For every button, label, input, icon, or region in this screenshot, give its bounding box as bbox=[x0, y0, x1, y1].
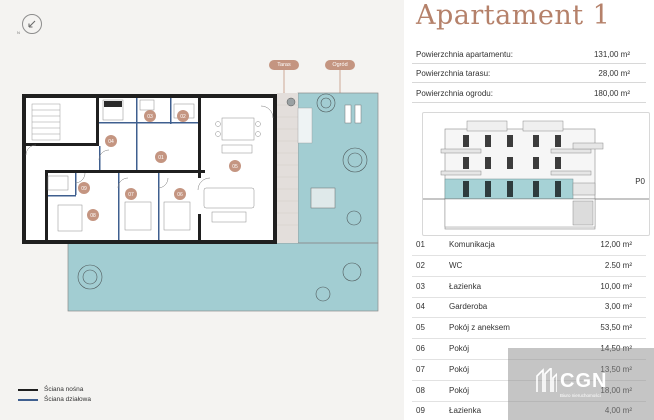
room-row: 05 Pokój z aneksem 53,50 m² bbox=[416, 323, 632, 334]
floor-plan-panel: N Taras Ogród 01 02 03 04 05 06 07 08 09… bbox=[0, 0, 404, 420]
summary-value: 28,00 m² bbox=[598, 69, 630, 78]
legend-swatch-partition bbox=[18, 398, 38, 401]
marker-01: 01 bbox=[158, 155, 164, 161]
room-divider bbox=[412, 255, 646, 256]
room-divider bbox=[412, 317, 646, 319]
summary-label: Powierzchnia apartamentu: bbox=[416, 50, 513, 59]
room-area: 12,00 m² bbox=[600, 240, 632, 249]
room-number: 01 bbox=[416, 240, 425, 249]
room-name: Pokój bbox=[449, 385, 470, 395]
page-title: Apartament 1 bbox=[416, 0, 611, 31]
room-number: 09 bbox=[416, 406, 425, 416]
legend-label-partition: Ściana działowa bbox=[44, 396, 91, 403]
room-number: 08 bbox=[416, 385, 425, 395]
room-name: Garderoba bbox=[449, 302, 488, 312]
marker-03: 03 bbox=[147, 114, 153, 120]
page: N Taras Ogród 01 02 03 04 05 06 07 08 09… bbox=[0, 0, 654, 420]
summary-value: 131,00 m² bbox=[593, 50, 630, 59]
marker-04: 04 bbox=[108, 139, 114, 145]
room-divider bbox=[412, 338, 646, 340]
room-name: Komunikacja bbox=[449, 240, 495, 249]
room-name: Pokój z aneksem bbox=[449, 323, 510, 333]
room-number: 07 bbox=[416, 364, 425, 374]
marker-07: 07 bbox=[128, 192, 134, 198]
room-name: Łazienka bbox=[449, 281, 482, 291]
room-row: 03 Łazienka 10,00 m² bbox=[416, 282, 632, 293]
summary-divider bbox=[412, 82, 646, 83]
floor-plan-drawing: 01 02 03 04 05 06 07 08 09 bbox=[22, 70, 379, 312]
legend-swatch-bearing bbox=[18, 388, 38, 391]
building-elevation-drawing bbox=[423, 120, 649, 230]
room-divider bbox=[412, 296, 646, 298]
room-name: Pokój bbox=[449, 364, 470, 374]
summary-value: 180,00 m² bbox=[593, 89, 630, 98]
watermark-logo: CGN bbox=[560, 370, 608, 392]
room-number: 02 bbox=[416, 260, 425, 270]
marker-06: 06 bbox=[177, 192, 183, 198]
room-area: 53,50 m² bbox=[600, 323, 632, 333]
room-divider bbox=[412, 275, 646, 277]
marker-02: 02 bbox=[180, 114, 186, 120]
building-elevation: P0 bbox=[422, 112, 650, 236]
room-number: 04 bbox=[416, 302, 425, 312]
room-number: 03 bbox=[416, 281, 425, 291]
room-number: 05 bbox=[416, 323, 425, 333]
room-number: 06 bbox=[416, 344, 425, 353]
watermark-subtext: Biuro nieruchomości bbox=[560, 393, 601, 398]
elevation-level-label: P0 bbox=[635, 177, 645, 186]
summary-divider bbox=[412, 63, 646, 64]
room-name: WC bbox=[449, 260, 463, 270]
summary-divider bbox=[412, 102, 646, 103]
room-area: 3,00 m² bbox=[604, 302, 632, 312]
marker-09: 09 bbox=[81, 186, 87, 192]
legend-partition-wall: Ściana działowa bbox=[18, 396, 91, 403]
summary-label: Powierzchnia ogrodu: bbox=[416, 89, 493, 98]
summary-apartment-area: Powierzchnia apartamentu: 131,00 m² bbox=[416, 50, 630, 59]
room-row: 01 Komunikacja 12,00 m² bbox=[416, 240, 632, 251]
marker-05: 05 bbox=[232, 164, 238, 170]
room-row: 02 WC 2.50 m² bbox=[416, 261, 632, 272]
summary-label: Powierzchnia tarasu: bbox=[416, 69, 491, 78]
legend-label-bearing: Ściana nośna bbox=[44, 386, 84, 393]
legend-bearing-wall: Ściana nośna bbox=[18, 386, 83, 393]
room-area: 10,00 m² bbox=[600, 281, 632, 291]
room-row: 04 Garderoba 3,00 m² bbox=[416, 302, 632, 313]
room-name: Pokój bbox=[449, 344, 470, 353]
room-name: Łazienka bbox=[449, 406, 482, 416]
watermark-logo-icon bbox=[536, 368, 557, 392]
room-area: 2.50 m² bbox=[604, 260, 632, 270]
summary-terrace-area: Powierzchnia tarasu: 28,00 m² bbox=[416, 69, 630, 78]
summary-garden-area: Powierzchnia ogrodu: 180,00 m² bbox=[416, 89, 630, 98]
marker-08: 08 bbox=[90, 213, 96, 219]
